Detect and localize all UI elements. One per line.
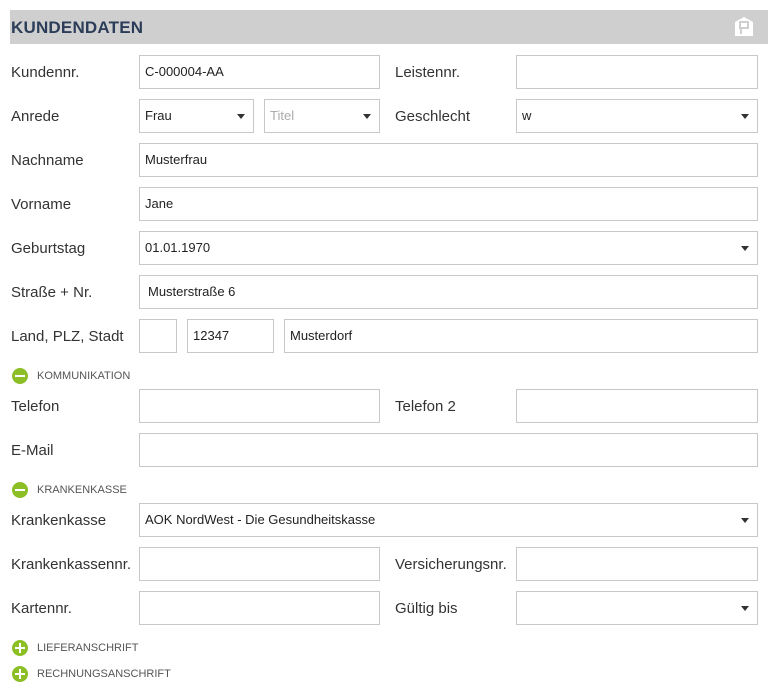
nachname-input[interactable]: Musterfrau [139, 143, 758, 177]
label-krankenkassennr: Krankenkassennr. [11, 556, 132, 573]
vorname-input[interactable]: Jane [139, 187, 758, 221]
kartennr-input[interactable] [139, 591, 380, 625]
land-input[interactable] [139, 319, 177, 353]
titel-placeholder: Titel [270, 108, 295, 123]
plus-circle-icon[interactable] [12, 640, 28, 656]
parking-badge-icon[interactable] [732, 16, 756, 38]
krankenkassennr-input[interactable] [139, 547, 380, 581]
label-leistennr: Leistennr. [395, 64, 461, 81]
label-krankenkasse: Krankenkasse [11, 512, 107, 529]
label-geburtstag: Geburtstag [11, 240, 86, 257]
page-title: KUNDENDATEN [11, 18, 144, 37]
section-header: KUNDENDATEN [10, 10, 768, 44]
label-nachname: Nachname [11, 152, 84, 169]
chevron-down-icon [363, 114, 371, 119]
leistennr-input[interactable] [516, 55, 758, 89]
label-kartennr: Kartennr. [11, 600, 72, 617]
plus-circle-icon[interactable] [12, 666, 28, 682]
titel-select[interactable]: Titel [264, 99, 380, 133]
label-versicherungsnr: Versicherungsnr. [395, 556, 507, 573]
label-anrede: Anrede [11, 108, 60, 125]
geburtstag-value: 01.01.1970 [145, 240, 211, 255]
label-strasse: Straße + Nr. [11, 284, 93, 301]
geburtstag-select[interactable]: 01.01.1970 [139, 231, 758, 265]
chevron-down-icon [741, 114, 749, 119]
krankenkasse-value: AOK NordWest - Die Gesundheitskasse [145, 512, 376, 527]
geschlecht-value: w [522, 108, 532, 123]
section-label-krankenkasse[interactable]: KRANKENKASSE [37, 484, 127, 496]
krankenkasse-select[interactable]: AOK NordWest - Die Gesundheitskasse [139, 503, 758, 537]
label-kundennr: Kundennr. [11, 64, 80, 81]
minus-circle-icon[interactable] [12, 368, 28, 384]
anrede-value: Frau [145, 108, 172, 123]
section-label-rechnungsanschrift[interactable]: RECHNUNGSANSCHRIFT [37, 668, 171, 680]
minus-circle-icon[interactable] [12, 482, 28, 498]
telefon2-input[interactable] [516, 389, 758, 423]
kundennr-input[interactable]: C-000004-AA [139, 55, 380, 89]
label-land-plz-stadt: Land, PLZ, Stadt [11, 328, 124, 345]
geschlecht-select[interactable]: w [516, 99, 758, 133]
section-label-kommunikation[interactable]: KOMMUNIKATION [37, 370, 130, 382]
label-gueltig-bis: Gültig bis [395, 600, 458, 617]
label-telefon: Telefon [11, 398, 60, 415]
stadt-input[interactable]: Musterdorf [284, 319, 758, 353]
chevron-down-icon [741, 518, 749, 523]
chevron-down-icon [237, 114, 245, 119]
chevron-down-icon [741, 606, 749, 611]
label-email: E-Mail [11, 442, 54, 459]
gueltig-bis-select[interactable] [516, 591, 758, 625]
strasse-input[interactable]: Musterstraße 6 [139, 275, 758, 309]
email-input[interactable] [139, 433, 758, 467]
label-geschlecht: Geschlecht [395, 108, 471, 125]
telefon-input[interactable] [139, 389, 380, 423]
plz-input[interactable]: 12347 [187, 319, 274, 353]
label-telefon2: Telefon 2 [395, 398, 456, 415]
section-label-lieferanschrift[interactable]: LIEFERANSCHRIFT [37, 642, 138, 654]
chevron-down-icon [741, 246, 749, 251]
label-vorname: Vorname [11, 196, 72, 213]
anrede-select[interactable]: Frau [139, 99, 254, 133]
versicherungsnr-input[interactable] [516, 547, 758, 581]
